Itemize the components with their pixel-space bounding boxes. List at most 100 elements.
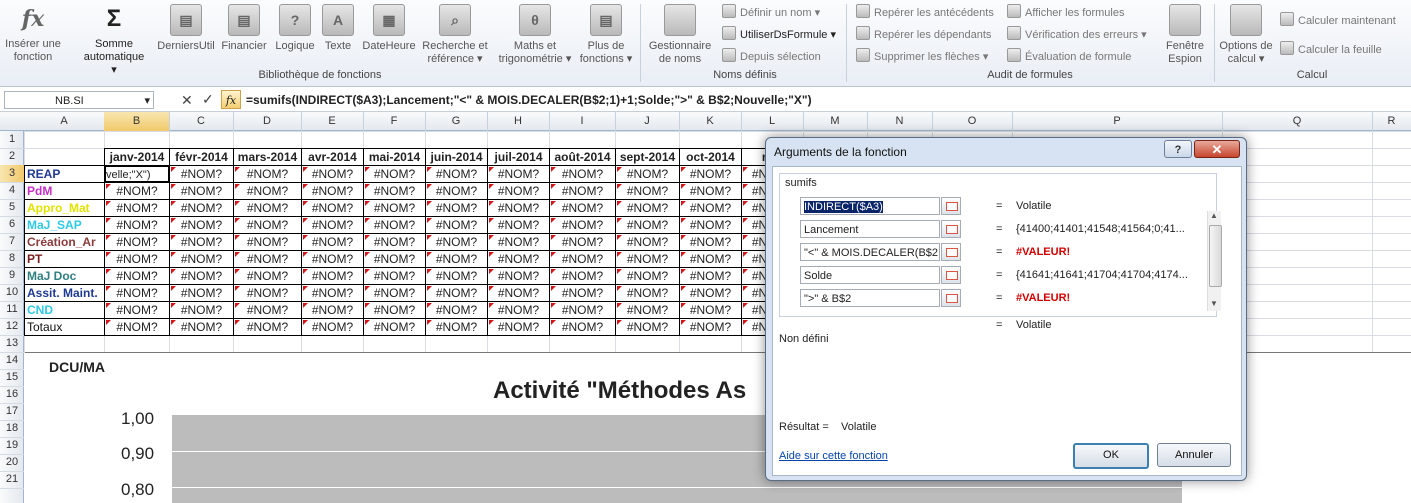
error-cell[interactable]: #NOM? [169,199,234,217]
row-header-15[interactable]: 15 [0,369,24,387]
error-cell[interactable]: #NOM? [425,216,488,234]
error-cell[interactable]: #NOM? [169,301,234,319]
create-from-selection-button[interactable]: Depuis sélection [722,48,821,64]
autosum-button[interactable]: Σ Somme automatique ▾ [80,2,148,77]
error-cell[interactable]: #NOM? [301,267,364,285]
column-header-A[interactable]: A [24,112,105,131]
cancel-button[interactable]: Annuler [1157,443,1231,467]
error-cell[interactable]: #NOM? [549,216,616,234]
row-header-21[interactable]: 21 [0,471,24,489]
row-header-6[interactable]: 6 [0,216,24,234]
error-cell[interactable]: #NOM? [615,250,680,268]
arg-input-criteria-range1[interactable]: Lancement [800,220,940,238]
error-cell[interactable]: #NOM? [549,301,616,319]
column-header-B[interactable]: B [104,112,170,131]
calculate-now-button[interactable]: Calculer maintenant [1280,12,1396,28]
error-cell[interactable]: #NOM? [425,318,488,336]
error-cell[interactable]: #NOM? [679,250,742,268]
recent-functions-button[interactable]: ▤ DerniersUtil [154,2,218,53]
column-header-L[interactable]: L [741,112,804,131]
error-cell[interactable]: #NOM? [363,199,426,217]
error-cell[interactable]: #NOM? [363,165,426,183]
arg-input-criteria-range2[interactable]: Solde [800,266,940,284]
error-cell[interactable]: #NOM? [301,233,364,251]
row-label-cell[interactable]: PdM [24,182,105,200]
row-label-cell[interactable]: PT [24,250,105,268]
error-cell[interactable]: #NOM? [363,216,426,234]
month-header-cell[interactable]: janv-2014 [104,148,170,166]
evaluate-formula-button[interactable]: Évaluation de formule [1007,48,1131,64]
error-cell[interactable]: #NOM? [487,250,550,268]
insert-function-button[interactable]: fx Insérer une fonction [2,2,64,64]
error-cell[interactable]: #NOM? [615,301,680,319]
error-cell[interactable]: #NOM? [301,250,364,268]
error-cell[interactable]: #NOM? [233,165,302,183]
error-cell[interactable]: #NOM? [233,267,302,285]
cancel-icon[interactable]: ✕ [181,92,193,109]
lookup-reference-button[interactable]: ⌕ Recherche et référence ▾ [420,2,490,66]
error-cell[interactable]: #NOM? [233,182,302,200]
error-cell[interactable]: #NOM? [549,267,616,285]
error-cell[interactable]: #NOM? [425,233,488,251]
error-cell[interactable]: #NOM? [233,318,302,336]
error-cell[interactable]: #NOM? [487,318,550,336]
error-cell[interactable]: #NOM? [679,318,742,336]
trace-dependents-button[interactable]: Repérer les dépendants [856,26,991,42]
error-cell[interactable]: #NOM? [615,267,680,285]
error-cell[interactable]: #NOM? [425,199,488,217]
row-header-13[interactable]: 13 [0,335,24,353]
error-cell[interactable]: #NOM? [301,165,364,183]
calculate-sheet-button[interactable]: Calculer la feuille [1280,41,1382,57]
error-cell[interactable]: #NOM? [104,250,170,268]
error-cell[interactable]: #NOM? [363,284,426,302]
error-cell[interactable]: #NOM? [233,216,302,234]
error-cell[interactable]: #NOM? [615,199,680,217]
arguments-scrollbar[interactable]: ▲ ▼ [1207,211,1222,311]
column-header-J[interactable]: J [615,112,680,131]
column-header-N[interactable]: N [867,112,933,131]
column-header-P[interactable]: P [1012,112,1223,131]
row-header-19[interactable]: 19 [0,437,24,455]
close-icon[interactable]: ✕ [1194,140,1240,158]
collapse-dialog-icon[interactable] [941,266,961,284]
remove-arrows-button[interactable]: Supprimer les flèches ▾ [856,48,988,64]
row-header-11[interactable]: 11 [0,301,24,319]
column-header-H[interactable]: H [487,112,550,131]
error-cell[interactable]: #NOM? [104,233,170,251]
error-cell[interactable]: #NOM? [233,199,302,217]
error-cell[interactable]: #NOM? [679,284,742,302]
error-cell[interactable]: #NOM? [549,165,616,183]
error-cell[interactable]: #NOM? [169,318,234,336]
row-header-9[interactable]: 9 [0,267,24,285]
row-label-cell[interactable]: CND [24,301,105,319]
collapse-dialog-icon[interactable] [941,220,961,238]
row-label-cell[interactable]: Création_Ar [24,233,105,251]
error-cell[interactable]: #NOM? [549,284,616,302]
error-cell[interactable]: #NOM? [679,301,742,319]
error-cell[interactable]: #NOM? [169,233,234,251]
error-cell[interactable]: #NOM? [169,216,234,234]
formula-input[interactable]: =sumifs(INDIRECT($A3);Lancement;"<" & MO… [246,91,1406,109]
row-label-cell[interactable]: MaJ_SAP [24,216,105,234]
error-cell[interactable]: #NOM? [615,182,680,200]
error-cell[interactable]: #NOM? [104,216,170,234]
month-header-cell[interactable]: juil-2014 [487,148,550,166]
error-cell[interactable]: #NOM? [363,301,426,319]
define-name-button[interactable]: Définir un nom ▾ [722,4,820,20]
datetime-button[interactable]: ▦ DateHeure [358,2,420,53]
text-button[interactable]: A Texte [320,2,356,53]
error-cell[interactable]: #NOM? [169,267,234,285]
row-header-17[interactable]: 17 [0,403,24,421]
error-cell[interactable]: #NOM? [487,182,550,200]
month-header-cell[interactable]: oct-2014 [679,148,742,166]
row-label-cell[interactable]: Assit. Maint. [24,284,105,302]
scroll-up-icon[interactable]: ▲ [1210,211,1218,220]
month-header-cell[interactable]: sept-2014 [615,148,680,166]
error-cell[interactable]: #NOM? [363,318,426,336]
error-cell[interactable]: #NOM? [679,199,742,217]
month-header-cell[interactable]: mai-2014 [363,148,426,166]
error-cell[interactable]: #NOM? [301,301,364,319]
error-cell[interactable]: #NOM? [169,182,234,200]
error-checking-button[interactable]: Vérification des erreurs ▾ [1007,26,1147,42]
error-cell[interactable]: #NOM? [301,216,364,234]
